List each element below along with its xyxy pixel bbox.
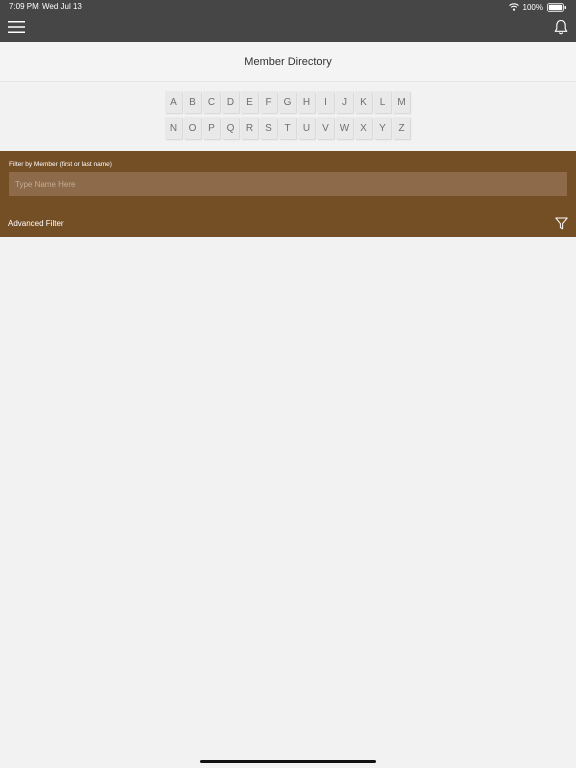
letter-button-u[interactable]: U bbox=[298, 117, 315, 139]
letter-button-v[interactable]: V bbox=[317, 117, 334, 139]
alphabet-row-1: A B C D E F G H I J K L M bbox=[165, 91, 411, 113]
funnel-icon[interactable] bbox=[555, 217, 568, 230]
page-title: Member Directory bbox=[244, 56, 332, 68]
letter-button-w[interactable]: W bbox=[336, 117, 353, 139]
filter-label: Filter by Member (first or last name) bbox=[9, 161, 112, 168]
battery-icon bbox=[547, 2, 566, 12]
letter-button-c[interactable]: C bbox=[203, 91, 220, 113]
letter-button-m[interactable]: M bbox=[393, 91, 410, 113]
letter-button-f[interactable]: F bbox=[260, 91, 277, 113]
filter-panel: Filter by Member (first or last name) Ad… bbox=[0, 151, 576, 237]
letter-button-t[interactable]: T bbox=[279, 117, 296, 139]
letter-button-x[interactable]: X bbox=[355, 117, 372, 139]
letter-button-h[interactable]: H bbox=[298, 91, 315, 113]
letter-button-a[interactable]: A bbox=[165, 91, 182, 113]
letter-button-z[interactable]: Z bbox=[393, 117, 410, 139]
letter-button-s[interactable]: S bbox=[260, 117, 277, 139]
letter-button-i[interactable]: I bbox=[317, 91, 334, 113]
status-indicators: 100% bbox=[508, 1, 567, 13]
status-date: Wed Jul 13 bbox=[42, 2, 82, 11]
letter-button-e[interactable]: E bbox=[241, 91, 258, 113]
letter-button-y[interactable]: Y bbox=[374, 117, 391, 139]
letter-button-r[interactable]: R bbox=[241, 117, 258, 139]
letter-button-j[interactable]: J bbox=[336, 91, 353, 113]
top-bar: 7:09 PM Wed Jul 13 100% bbox=[0, 0, 576, 42]
wifi-icon bbox=[508, 3, 519, 11]
letter-button-b[interactable]: B bbox=[184, 91, 201, 113]
letter-button-p[interactable]: P bbox=[203, 117, 220, 139]
hamburger-menu-icon[interactable] bbox=[8, 20, 26, 34]
letter-button-o[interactable]: O bbox=[184, 117, 201, 139]
letter-button-l[interactable]: L bbox=[374, 91, 391, 113]
letter-button-q[interactable]: Q bbox=[222, 117, 239, 139]
advanced-filter-label[interactable]: Advanced Filter bbox=[8, 219, 64, 228]
status-time: 7:09 PM bbox=[9, 2, 39, 11]
member-name-input[interactable] bbox=[9, 172, 567, 196]
alphabet-index: A B C D E F G H I J K L M N O P Q R S T … bbox=[165, 91, 411, 143]
bell-icon[interactable] bbox=[554, 19, 568, 35]
letter-button-n[interactable]: N bbox=[165, 117, 182, 139]
letter-button-g[interactable]: G bbox=[279, 91, 296, 113]
title-bar: Member Directory bbox=[0, 42, 576, 82]
letter-button-d[interactable]: D bbox=[222, 91, 239, 113]
home-indicator[interactable] bbox=[200, 760, 376, 763]
letter-button-k[interactable]: K bbox=[355, 91, 372, 113]
alphabet-row-2: N O P Q R S T U V W X Y Z bbox=[165, 117, 411, 139]
battery-percent: 100% bbox=[522, 2, 543, 12]
